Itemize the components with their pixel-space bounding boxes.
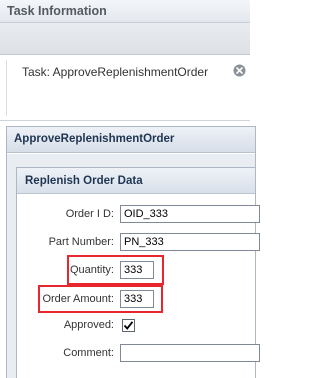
approved-checkbox[interactable] bbox=[122, 319, 135, 332]
task-tab-title[interactable]: Task: ApproveReplenishmentOrder bbox=[22, 65, 208, 79]
comment-field[interactable] bbox=[120, 344, 260, 362]
order-id-field[interactable]: OID_333 bbox=[120, 205, 260, 223]
panel-header: ApproveReplenishmentOrder bbox=[7, 127, 255, 153]
part-number-field[interactable]: PN_333 bbox=[120, 233, 260, 251]
window-title-bar: Task Information bbox=[0, 0, 250, 23]
approved-label: Approved: bbox=[63, 319, 114, 331]
section-title: Replenish Order Data bbox=[25, 175, 143, 187]
panel-title: ApproveReplenishmentOrder bbox=[14, 133, 175, 145]
order-id-label: Order I D: bbox=[65, 208, 114, 220]
close-icon[interactable] bbox=[233, 64, 246, 77]
checkmark-icon bbox=[123, 321, 134, 330]
order-amount-highlight bbox=[38, 285, 163, 313]
quantity-highlight bbox=[67, 255, 164, 285]
comment-label: Comment: bbox=[63, 347, 114, 359]
window-title: Task Information bbox=[7, 4, 107, 18]
tab-divider bbox=[0, 120, 250, 121]
tab-separator bbox=[6, 60, 7, 116]
toolbar-band bbox=[0, 23, 250, 55]
section-header: Replenish Order Data bbox=[17, 168, 255, 194]
part-number-label: Part Number: bbox=[48, 236, 114, 248]
